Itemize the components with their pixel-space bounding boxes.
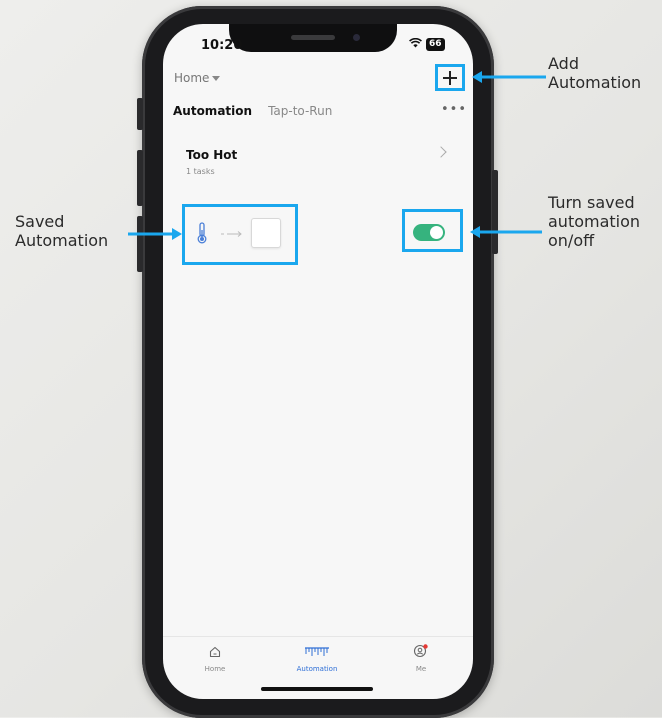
home-icon (209, 646, 221, 658)
tabbar-label-automation: Automation (296, 665, 338, 673)
home-selector[interactable]: Home (174, 71, 221, 85)
highlight-add-automation (435, 64, 465, 91)
tabbar-item-me[interactable]: Me (391, 643, 451, 673)
callout-saved-automation: Saved Automation (15, 212, 109, 250)
battery-icon: 66 (426, 38, 445, 51)
tabbar-item-home[interactable]: Home (185, 643, 245, 673)
status-time: 10:20 (201, 38, 243, 53)
phone-mute-switch (137, 98, 143, 130)
phone-screen: 10:20 66 Home Automation Tap-to-Run ••• … (163, 24, 473, 699)
chevron-right-icon (435, 146, 447, 158)
callout-toggle: Turn saved automation on/off (548, 193, 641, 250)
highlight-saved-automation (182, 204, 298, 265)
home-indicator (261, 687, 373, 691)
home-selector-label: Home (174, 71, 210, 85)
caret-down-icon (212, 76, 221, 81)
automation-title: Too Hot (186, 148, 238, 162)
profile-icon (413, 644, 428, 658)
arrow-to-add-button (472, 71, 546, 83)
tabbar-label-home: Home (204, 665, 226, 673)
status-icons: 66 (409, 37, 445, 51)
tabbar-item-automation[interactable]: Automation (287, 643, 347, 673)
notch (229, 24, 397, 52)
arrow-to-toggle (470, 226, 542, 238)
bottom-tab-bar: Home Automation Me (163, 636, 473, 677)
wifi-icon (409, 37, 422, 51)
arrow-to-saved-automation (128, 228, 182, 240)
tab-automation[interactable]: Automation (173, 104, 252, 118)
automation-icon (305, 647, 329, 656)
tabbar-label-me: Me (415, 665, 427, 673)
phone-volume-up (137, 150, 143, 206)
callout-add-automation: Add Automation (548, 54, 642, 92)
highlight-toggle (402, 209, 463, 252)
automation-task-count: 1 tasks (186, 167, 215, 176)
more-options-icon[interactable]: ••• (441, 102, 467, 117)
scene-tabs: Automation Tap-to-Run (173, 104, 332, 118)
tab-tap-to-run[interactable]: Tap-to-Run (268, 104, 332, 118)
